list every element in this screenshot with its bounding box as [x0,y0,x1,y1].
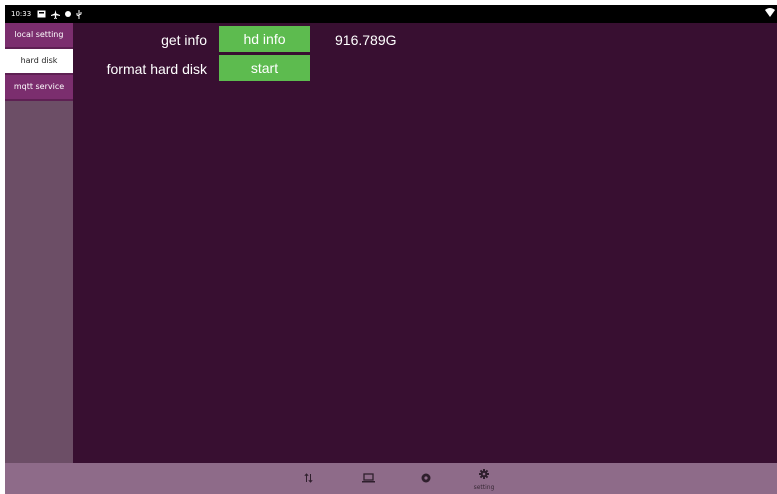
dot-icon [65,11,72,17]
status-time: 10:33 [11,10,32,18]
bottom-nav-bar: setting [5,463,777,494]
sidebar-item-local-setting[interactable]: local setting [5,23,73,49]
gear-icon [479,466,489,484]
screenshot-icon [37,10,46,18]
circle-icon [421,470,431,488]
hd-info-button[interactable]: hd info [219,26,310,52]
format-hard-disk-label: format hard disk [106,61,207,77]
circle-button[interactable] [418,463,434,494]
plane-icon [51,9,61,19]
transfer-button[interactable] [300,463,316,494]
sidebar-item-label: hard disk [20,56,58,65]
transfer-arrows-icon [303,470,313,488]
laptop-button[interactable] [358,463,378,494]
status-bar: 10:33 [5,5,777,23]
hard-disk-size-value: 916.789G [335,32,397,48]
laptop-icon [361,470,375,488]
sidebar-item-hard-disk[interactable]: hard disk [5,49,73,75]
format-start-button[interactable]: start [219,55,310,81]
setting-button[interactable]: setting [469,463,499,494]
wifi-icon [765,8,775,19]
app-screen: 10:33 local setting hard disk mqtt servi… [5,5,777,494]
sidebar: local setting hard disk mqtt service [5,23,73,463]
sidebar-item-label: local setting [14,30,64,39]
get-info-label: get info [161,32,207,48]
nav-setting-label: setting [473,484,495,491]
usb-icon [76,9,82,19]
sidebar-item-label: mqtt service [13,82,65,91]
sidebar-item-mqtt-service[interactable]: mqtt service [5,75,73,101]
